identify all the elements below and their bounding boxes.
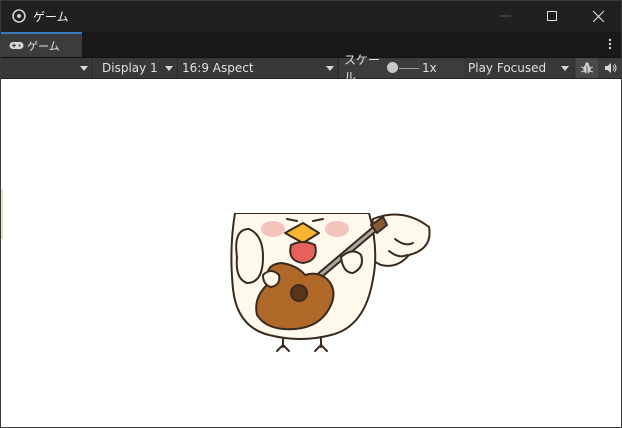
aspect-dropdown[interactable]: 16:9 Aspect	[179, 58, 339, 78]
game-toolbar: Display 1 16:9 Aspect スケール 1x Play Focus…	[1, 53, 621, 84]
display-dropdown[interactable]: Display 1	[94, 58, 178, 78]
bug-icon	[580, 62, 594, 74]
chevron-down-icon	[326, 66, 334, 71]
window-title: ゲーム	[33, 9, 69, 24]
bug-button[interactable]	[576, 58, 598, 78]
game-view-dropdown[interactable]	[1, 58, 93, 78]
game-viewport[interactable]	[1, 79, 621, 427]
game-window: ゲーム ゲーム Display 1 16:9 Aspect スケール 1x Pl…	[0, 0, 622, 428]
scale-label: スケール	[344, 53, 381, 84]
maximize-button[interactable]	[529, 1, 575, 31]
close-button[interactable]	[575, 1, 621, 31]
scale-value: 1x	[422, 61, 437, 75]
display-label: Display 1	[102, 61, 158, 75]
unity-icon	[11, 8, 27, 24]
tab-label: ゲーム	[27, 39, 60, 53]
tab-game[interactable]: ゲーム	[1, 32, 82, 57]
audio-toggle-button[interactable]	[599, 58, 621, 78]
speaker-icon	[604, 63, 616, 73]
close-icon	[592, 10, 604, 22]
chevron-down-icon	[561, 66, 569, 71]
aspect-label: 16:9 Aspect	[182, 61, 254, 75]
tab-bar: ゲーム	[1, 32, 621, 58]
maximize-icon	[547, 11, 557, 21]
chevron-down-icon	[165, 66, 173, 71]
minimize-button[interactable]	[483, 1, 529, 31]
chevron-down-icon	[80, 66, 88, 71]
kebab-menu-icon[interactable]	[607, 37, 613, 51]
gamepad-icon	[9, 40, 25, 52]
scale-slider-handle[interactable]	[387, 62, 398, 73]
scale-slider-track[interactable]	[399, 68, 419, 69]
play-mode-label: Play Focused	[468, 61, 547, 75]
chicken-guitar-illustration	[221, 79, 441, 352]
title-bar[interactable]: ゲーム	[1, 1, 621, 31]
play-mode-dropdown[interactable]: Play Focused	[464, 58, 574, 78]
minimize-icon	[501, 15, 511, 17]
